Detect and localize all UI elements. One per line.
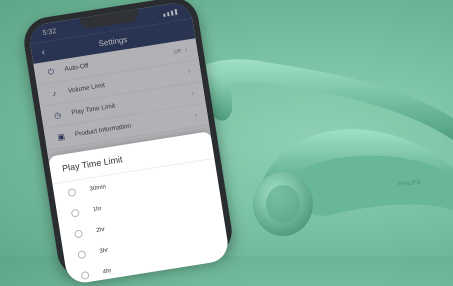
nav-title: Settings <box>97 34 128 48</box>
menu-label: Play Time Limit <box>71 102 116 117</box>
power-icon: ⏻ <box>46 66 55 77</box>
chevron-right-icon: › <box>187 68 192 76</box>
status-time: 5:32 <box>42 27 57 37</box>
radio-button[interactable] <box>67 187 77 197</box>
menu-label: Auto-Off <box>64 62 90 74</box>
option-label: 3hr <box>99 247 109 255</box>
option-label: 4hr <box>102 267 112 276</box>
signal-icon <box>163 8 178 17</box>
play-time-limit-sheet: Play Time Limit 30min 1hr 2hr 3hr 4hr <box>48 131 231 286</box>
product-scene: PHILIPS 5:32 ‹ Settings ⏻ Auto-Off Off › <box>0 0 453 286</box>
option-label: 30min <box>89 183 107 193</box>
chevron-right-icon: › <box>184 46 188 55</box>
radio-button[interactable] <box>73 228 84 239</box>
menu-value: Off <box>173 48 182 56</box>
info-icon: ▣ <box>56 131 66 142</box>
radio-button[interactable] <box>70 208 80 218</box>
chevron-right-icon: › <box>191 90 195 98</box>
timer-icon: ◷ <box>53 110 62 121</box>
back-arrow-icon[interactable]: ‹ <box>41 47 46 58</box>
option-label: 2hr <box>95 226 106 234</box>
radio-button[interactable] <box>77 249 87 259</box>
phone-screen: 5:32 ‹ Settings ⏻ Auto-Off Off › ♪ Volum… <box>27 0 231 286</box>
chevron-right-icon: › <box>194 111 199 120</box>
volume-icon: ♪ <box>51 88 57 99</box>
menu-label: Volume Limit <box>67 82 106 95</box>
option-label: 1hr <box>92 205 103 213</box>
menu-label: Product Information <box>74 122 132 139</box>
phone-notch <box>79 9 139 30</box>
radio-button[interactable] <box>80 270 90 280</box>
